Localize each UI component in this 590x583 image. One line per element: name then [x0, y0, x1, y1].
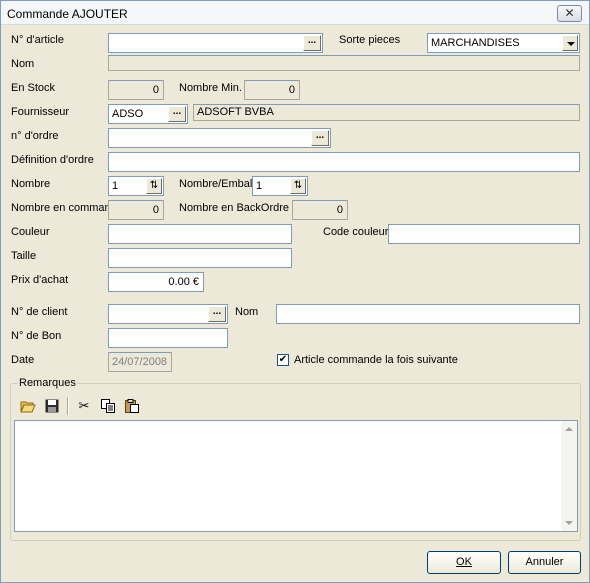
- nombre-en-commande-field: 0: [108, 200, 164, 220]
- definition-ordre-label: Définition d'ordre: [11, 154, 94, 166]
- remarques-textarea[interactable]: [14, 420, 578, 532]
- fournisseur-name-field: ADSOFT BVBA: [193, 104, 580, 121]
- spin-updown-icon[interactable]: ⇅: [290, 178, 306, 194]
- code-couleur-label: Code couleur: [323, 226, 389, 238]
- prix-achat-value: 0.00 €: [168, 276, 199, 288]
- en-stock-label: En Stock: [11, 82, 56, 94]
- fournisseur-pick-button[interactable]: ...: [168, 106, 186, 122]
- ok-button-label: OK: [456, 556, 472, 568]
- nombre-en-backordre-label: Nombre en BackOrdre: [179, 202, 290, 214]
- date-value: 24/07/2008: [112, 356, 168, 368]
- open-folder-icon[interactable]: [17, 395, 39, 417]
- nombre-en-backordre-value: 0: [336, 204, 343, 216]
- prix-achat-input[interactable]: 0.00 €: [108, 272, 204, 292]
- no-ordre-label: n° d'ordre: [11, 130, 59, 142]
- article-commande-label: Article commande la fois suivante: [294, 354, 458, 366]
- annuler-button-label: Annuler: [525, 556, 564, 568]
- cut-scissors-icon[interactable]: ✂: [73, 395, 95, 417]
- scroll-up-icon[interactable]: [565, 427, 573, 431]
- nombre-label: Nombre: [11, 178, 51, 190]
- en-stock-value: 0: [152, 84, 159, 96]
- prix-achat-label: Prix d'achat: [11, 274, 69, 286]
- taille-input[interactable]: [108, 248, 292, 268]
- nombre-value: 1: [112, 180, 119, 192]
- fournisseur-code-value: ADSO: [112, 108, 144, 120]
- close-button[interactable]: ✕: [557, 5, 582, 22]
- no-bon-input[interactable]: [108, 328, 228, 348]
- sorte-pieces-select[interactable]: MARCHANDISES: [427, 33, 580, 53]
- nom-client-label: Nom: [235, 306, 259, 318]
- no-bon-label: N° de Bon: [11, 330, 62, 342]
- article-no-label: N° d'article: [11, 34, 64, 46]
- nombre-en-commande-value: 0: [152, 204, 159, 216]
- nombre-stepper[interactable]: 1 ⇅: [108, 176, 164, 196]
- no-client-label: N° de client: [11, 306, 68, 318]
- date-field: 24/07/2008: [108, 352, 172, 372]
- nombre-en-backordre-field: 0: [292, 200, 348, 220]
- nombre-min-field: 0: [244, 80, 300, 100]
- close-icon: ✕: [564, 6, 575, 20]
- no-ordre-pick-button[interactable]: ...: [311, 130, 329, 146]
- article-no-pick-button[interactable]: ...: [303, 35, 321, 51]
- paste-icon[interactable]: [121, 395, 143, 417]
- article-commande-checkbox[interactable]: ✔: [277, 354, 289, 366]
- no-ordre-input[interactable]: ...: [108, 128, 331, 148]
- nombre-min-value: 0: [288, 84, 295, 96]
- sorte-pieces-value: MARCHANDISES: [431, 37, 520, 49]
- chevron-down-icon[interactable]: [562, 35, 578, 51]
- annuler-button[interactable]: Annuler: [508, 551, 581, 574]
- checkmark-icon: ✔: [278, 354, 288, 365]
- remarques-label: Remarques: [18, 377, 77, 389]
- nombre-emballage-label: Nombre/Emballa: [179, 178, 261, 190]
- nom-field: [108, 55, 580, 71]
- spin-updown-icon[interactable]: ⇅: [146, 178, 162, 194]
- article-no-input[interactable]: ...: [108, 33, 323, 53]
- no-client-pick-button[interactable]: ...: [208, 306, 226, 322]
- remarques-scrollbar[interactable]: [561, 421, 577, 531]
- fournisseur-code-input[interactable]: ADSO ...: [108, 104, 188, 124]
- sorte-pieces-label: Sorte pieces: [339, 34, 401, 46]
- window-title: Commande AJOUTER: [7, 7, 128, 21]
- save-disk-icon[interactable]: [41, 395, 63, 417]
- couleur-input[interactable]: [108, 224, 292, 244]
- nom-client-input[interactable]: [276, 304, 580, 324]
- nombre-en-commande-label: Nombre en commanc: [11, 202, 108, 214]
- taille-label: Taille: [11, 250, 37, 262]
- couleur-label: Couleur: [11, 226, 50, 238]
- en-stock-field: 0: [108, 80, 164, 100]
- code-couleur-input[interactable]: [388, 224, 580, 244]
- nombre-emballage-stepper[interactable]: 1 ⇅: [252, 176, 308, 196]
- nom-label: Nom: [11, 58, 35, 70]
- ok-button[interactable]: OK: [427, 551, 501, 574]
- fournisseur-label: Fournisseur: [11, 106, 70, 118]
- nombre-min-label: Nombre Min.: [179, 82, 242, 94]
- nombre-emballage-value: 1: [256, 180, 263, 192]
- definition-ordre-input[interactable]: [108, 152, 580, 172]
- no-client-input[interactable]: ...: [108, 304, 228, 324]
- toolbar-separator: [67, 397, 69, 415]
- scroll-down-icon[interactable]: [565, 521, 573, 525]
- dialog-window: Commande AJOUTER ✕ N° d'article ... Sort…: [0, 0, 590, 583]
- copy-icon[interactable]: [97, 395, 119, 417]
- fournisseur-name-value: ADSOFT BVBA: [197, 106, 274, 118]
- date-label: Date: [11, 354, 35, 366]
- title-bar[interactable]: Commande AJOUTER ✕: [1, 1, 589, 25]
